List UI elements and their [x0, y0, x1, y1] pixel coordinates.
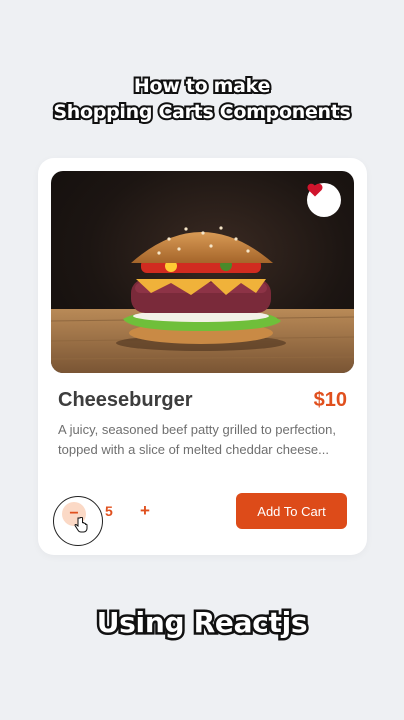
product-name: Cheeseburger	[58, 389, 193, 411]
hand-pointer-icon	[74, 516, 88, 536]
product-price: $10	[313, 389, 347, 411]
increase-quantity-button[interactable]: +	[140, 501, 150, 521]
caption-line-1: How to make	[132, 73, 273, 99]
product-description: A juicy, seasoned beef patty grilled to …	[58, 422, 336, 457]
product-card: Cheeseburger $10 A juicy, seasoned beef …	[38, 158, 367, 555]
product-image	[51, 171, 354, 373]
quantity-value: 5	[105, 503, 113, 519]
caption-line-2: Shopping Carts Components	[51, 99, 352, 125]
caption-bottom: Using Reactjs	[94, 604, 310, 642]
add-to-cart-button[interactable]: Add To Cart	[236, 493, 347, 529]
favorite-button[interactable]	[307, 183, 341, 217]
